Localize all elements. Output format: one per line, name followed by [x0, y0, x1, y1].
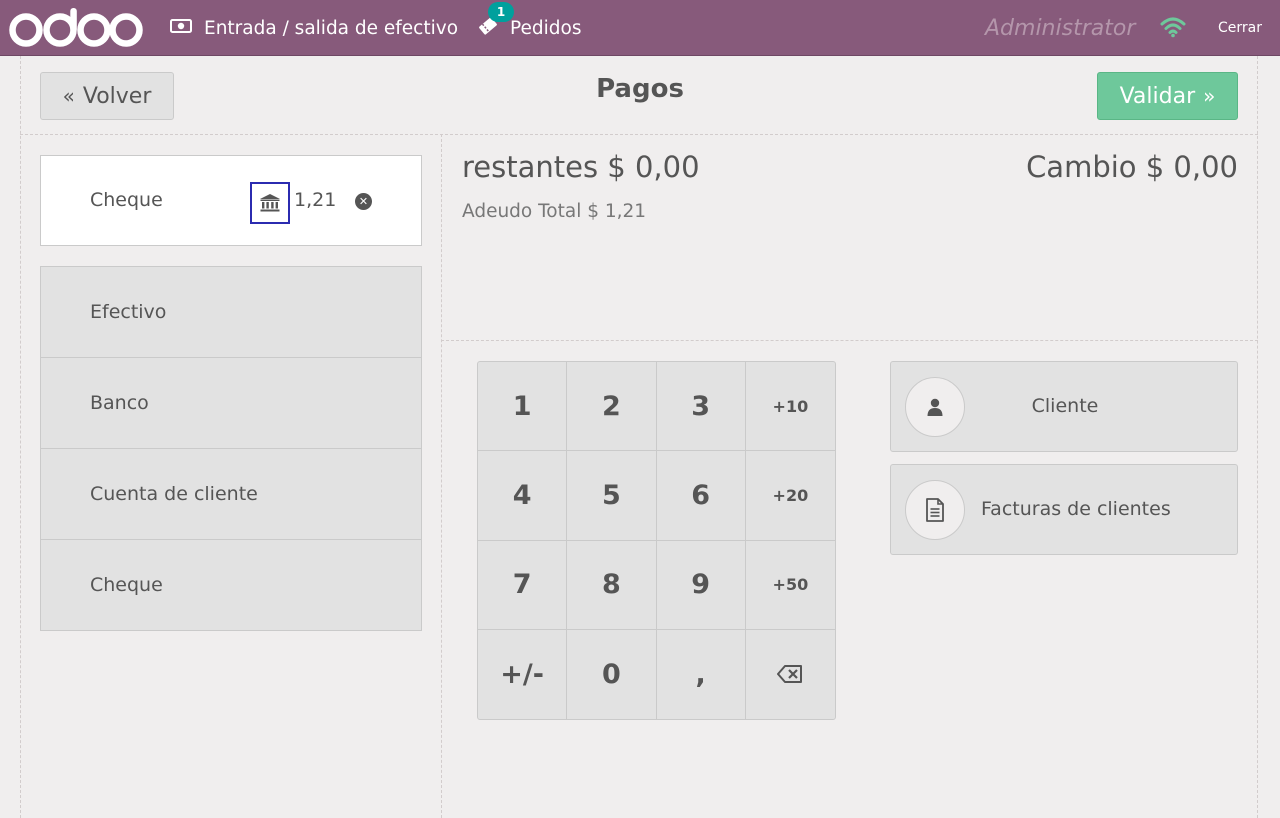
- summary-divider: [441, 340, 1258, 341]
- payment-line-method: Cheque: [90, 189, 163, 211]
- numpad: 1 2 3 +10 4 5 6 +20 7 8 9 +50 +/- 0 ,: [477, 361, 836, 720]
- validate-button[interactable]: Validar »: [1097, 72, 1238, 120]
- payment-method-efectivo[interactable]: Efectivo: [41, 267, 421, 358]
- close-button[interactable]: Cerrar: [1218, 0, 1262, 56]
- numpad-key-plus-minus[interactable]: +/-: [478, 629, 568, 719]
- numpad-key-2[interactable]: 2: [567, 362, 657, 452]
- numpad-key-comma[interactable]: ,: [657, 629, 746, 719]
- numpad-key-4[interactable]: 4: [478, 451, 568, 541]
- header-divider: [20, 134, 1258, 135]
- cash-in-out-button[interactable]: Entrada / salida de efectivo: [170, 0, 458, 56]
- double-chevron-right-icon: »: [1203, 84, 1216, 108]
- customer-invoices-label: Facturas de clientes: [981, 498, 1171, 520]
- numpad-key-5[interactable]: 5: [567, 451, 657, 541]
- numpad-key-1[interactable]: 1: [478, 362, 568, 452]
- user-name: Administrator: [985, 16, 1136, 41]
- numpad-key-8[interactable]: 8: [567, 540, 657, 630]
- numpad-key-0[interactable]: 0: [567, 629, 657, 719]
- numpad-key-6[interactable]: 6: [656, 451, 746, 541]
- payment-method-cheque[interactable]: Cheque: [41, 540, 421, 630]
- change-amount: Cambio $ 0,00: [1026, 150, 1238, 184]
- cash-in-out-label: Entrada / salida de efectivo: [204, 17, 459, 39]
- numpad-key-plus10[interactable]: +10: [745, 362, 835, 452]
- double-chevron-left-icon: «: [62, 84, 75, 108]
- orders-button[interactable]: 1 Pedidos: [478, 0, 581, 56]
- payment-line[interactable]: Cheque 1,21 ✕: [40, 155, 422, 246]
- customer-label: Cliente: [1031, 395, 1099, 417]
- column-divider: [441, 134, 442, 818]
- top-bar: Entrada / salida de efectivo 1 Pedidos A…: [0, 0, 1280, 56]
- numpad-key-9[interactable]: 9: [656, 540, 746, 630]
- payment-line-amount[interactable]: 1,21: [294, 156, 336, 245]
- customer-button[interactable]: Cliente: [890, 361, 1238, 452]
- validate-label: Validar: [1119, 83, 1196, 109]
- payment-methods-list: Efectivo Banco Cuenta de cliente Cheque: [40, 266, 422, 631]
- numpad-key-plus50[interactable]: +50: [745, 541, 835, 630]
- orders-label: Pedidos: [510, 17, 582, 39]
- payment-method-banco[interactable]: Banco: [41, 358, 421, 449]
- document-icon: [905, 480, 965, 540]
- numpad-key-plus20[interactable]: +20: [745, 451, 835, 541]
- money-icon: [170, 18, 192, 39]
- back-button[interactable]: « Volver: [40, 72, 174, 120]
- backspace-key[interactable]: [746, 630, 835, 719]
- customer-invoices-button[interactable]: Facturas de clientes: [890, 464, 1238, 555]
- wifi-icon: [1160, 16, 1186, 42]
- backspace-icon: [777, 665, 803, 684]
- payment-method-cuenta-cliente[interactable]: Cuenta de cliente: [41, 449, 421, 540]
- ticket-icon: 1: [478, 1, 514, 41]
- orders-count-badge: 1: [488, 1, 514, 22]
- remove-payment-line-icon[interactable]: ✕: [355, 193, 372, 210]
- total-due: Adeudo Total $ 1,21: [462, 201, 647, 222]
- odoo-logo: [8, 6, 144, 48]
- page-title: Pagos: [596, 74, 684, 104]
- back-label: Volver: [82, 83, 152, 109]
- remaining-amount: restantes $ 0,00: [462, 150, 700, 184]
- numpad-key-3[interactable]: 3: [656, 362, 746, 452]
- bank-icon[interactable]: [250, 182, 290, 224]
- numpad-key-7[interactable]: 7: [478, 540, 568, 630]
